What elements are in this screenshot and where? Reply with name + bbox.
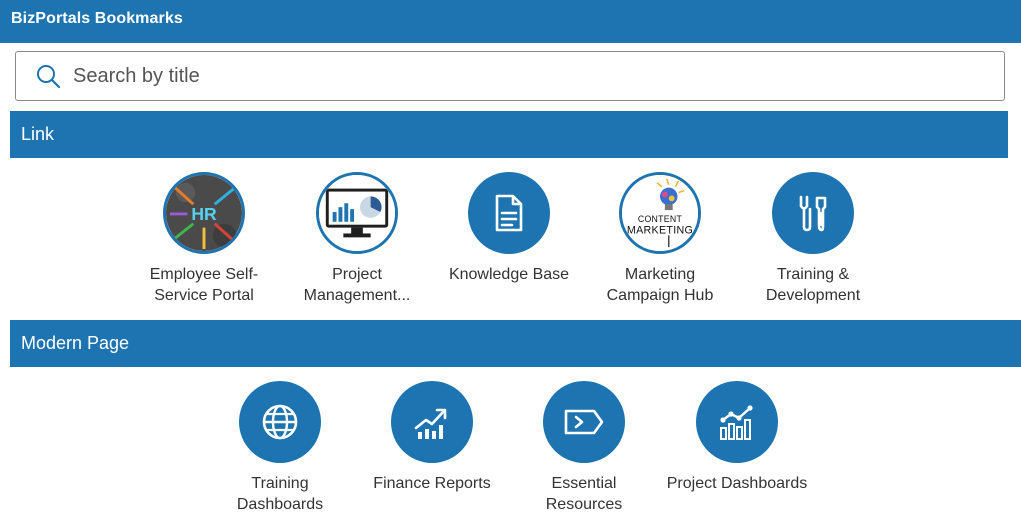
app-title-bar: BizPortals Bookmarks bbox=[0, 0, 1021, 43]
bookmark-essential-resources[interactable]: Essential Resources bbox=[509, 381, 659, 515]
globe-icon bbox=[239, 381, 321, 463]
bookmark-employee-self-service-portal[interactable]: HR Employee Self-Service Portal bbox=[129, 172, 279, 306]
bookmark-label: Training Dashboards bbox=[236, 475, 324, 513]
bookmark-label: Finance Reports bbox=[373, 475, 491, 492]
section-title: Modern Page bbox=[21, 333, 130, 353]
section-title: Link bbox=[21, 124, 55, 144]
bookmark-label: Project Management... bbox=[303, 266, 411, 304]
tag-arrow-icon bbox=[543, 381, 625, 463]
bookmark-marketing-campaign-hub[interactable]: CONTENT MARKETING Marketing Campaign Hub bbox=[585, 172, 735, 306]
document-icon bbox=[468, 172, 550, 254]
bookmark-label: Knowledge Base bbox=[448, 266, 570, 283]
svg-text:MARKETING: MARKETING bbox=[627, 224, 693, 236]
bookmark-label: Project Dashboards bbox=[666, 475, 808, 492]
tools-icon bbox=[772, 172, 854, 254]
bookmark-project-dashboards[interactable]: Project Dashboards bbox=[662, 381, 812, 494]
search-input[interactable] bbox=[73, 56, 1004, 96]
bookmark-knowledge-base[interactable]: Knowledge Base bbox=[434, 172, 584, 285]
bookmark-label: Essential Resources bbox=[545, 475, 623, 513]
bookmark-label: Training & Development bbox=[765, 266, 861, 304]
bookmark-project-management[interactable]: Project Management... bbox=[282, 172, 432, 306]
svg-text:CONTENT: CONTENT bbox=[638, 214, 683, 224]
bookmark-training-dashboards[interactable]: Training Dashboards bbox=[205, 381, 355, 515]
app-title: BizPortals Bookmarks bbox=[11, 10, 183, 27]
bookmark-finance-reports[interactable]: Finance Reports bbox=[357, 381, 507, 494]
hr-image-text: HR bbox=[191, 204, 217, 224]
bookmark-training-development[interactable]: Training & Development bbox=[738, 172, 888, 306]
bookmark-label: Employee Self-Service Portal bbox=[149, 266, 259, 304]
monitor-chart-icon bbox=[316, 172, 398, 254]
bookmark-label: Marketing Campaign Hub bbox=[606, 266, 714, 304]
section-header-modern-page: Modern Page bbox=[10, 320, 1021, 367]
search-box[interactable] bbox=[15, 51, 1005, 101]
section-header-link: Link bbox=[10, 111, 1008, 158]
bar-line-chart-icon bbox=[696, 381, 778, 463]
hr-image-icon: HR bbox=[163, 172, 245, 254]
content-marketing-image-icon: CONTENT MARKETING bbox=[619, 172, 701, 254]
search-icon bbox=[35, 62, 63, 90]
growth-chart-icon bbox=[391, 381, 473, 463]
